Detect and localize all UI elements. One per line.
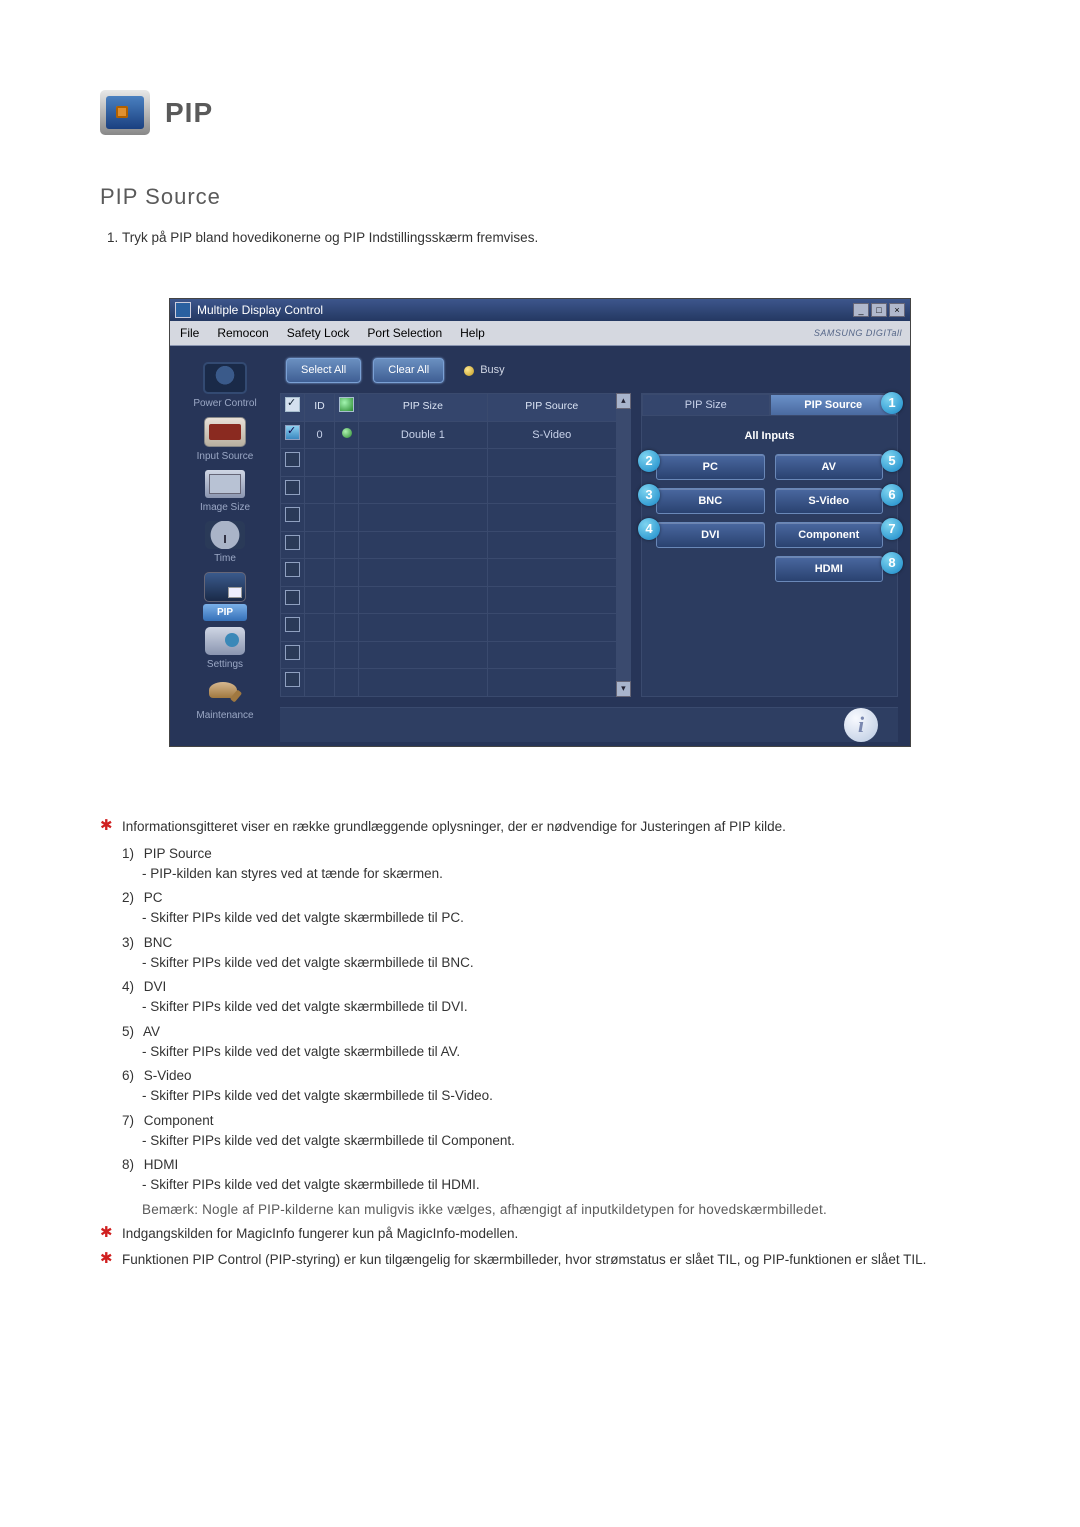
note-info-grid: Informationsgitteret viser en række grun… (100, 817, 980, 837)
sidebar-item-pip[interactable]: PIP (180, 572, 270, 621)
clear-all-button[interactable]: Clear All (373, 358, 444, 383)
image-size-icon (205, 470, 245, 498)
callout-4: 4 (638, 518, 660, 540)
window-title: Multiple Display Control (197, 301, 323, 319)
minimize-button[interactable]: _ (853, 303, 869, 317)
list-item: 3) BNC - Skifter PIPs kilde ved det valg… (122, 933, 980, 974)
select-all-button[interactable]: Select All (286, 358, 361, 383)
callout-1: 1 (881, 392, 903, 414)
tab-pip-size[interactable]: PIP Size (642, 394, 770, 416)
col-id[interactable]: ID (305, 393, 335, 421)
status-bar: i (280, 707, 898, 742)
sidebar-item-image-size[interactable]: Image Size (180, 470, 270, 515)
list-item: 1) PIP Source - PIP-kilden kan styres ve… (122, 844, 980, 885)
table-row (281, 641, 617, 669)
tab-pip-source[interactable]: PIP Source (770, 394, 898, 416)
menu-remocon[interactable]: Remocon (217, 324, 268, 342)
menu-help[interactable]: Help (460, 324, 485, 342)
right-panel: PIP Size PIP Source All Inputs PC AV BNC… (641, 393, 898, 697)
sidebar: Power Control Input Source Image Size Ti… (170, 346, 280, 746)
table-row (281, 586, 617, 614)
table-row (281, 669, 617, 697)
input-source-icon (204, 417, 246, 447)
maximize-button[interactable]: □ (871, 303, 887, 317)
sidebar-item-power[interactable]: Power Control (180, 362, 270, 411)
option-hdmi[interactable]: HDMI (775, 556, 884, 582)
callout-8: 8 (881, 552, 903, 574)
brand-label: SAMSUNG DIGITall (814, 327, 902, 341)
note-magicinfo: Indgangskilden for MagicInfo fungerer ku… (100, 1224, 980, 1244)
sidebar-item-settings[interactable]: Settings (180, 627, 270, 672)
check-header-icon[interactable] (285, 397, 300, 412)
maintenance-icon (205, 678, 245, 706)
list-item: 2) PC - Skifter PIPs kilde ved det valgt… (122, 888, 980, 929)
sidebar-item-time[interactable]: Time (180, 521, 270, 566)
intro-step-1: Tryk på PIP bland hovedikonerne og PIP I… (122, 228, 980, 248)
option-pc[interactable]: PC (656, 454, 765, 480)
status-header-icon (339, 397, 354, 412)
col-status (335, 393, 359, 421)
list-item: 7) Component - Skifter PIPs kilde ved de… (122, 1111, 980, 1152)
cell-id: 0 (305, 421, 335, 449)
table-row (281, 559, 617, 587)
callout-6: 6 (881, 484, 903, 506)
sidebar-item-maintenance[interactable]: Maintenance (180, 678, 270, 723)
menu-file[interactable]: File (180, 324, 199, 342)
power-icon (203, 362, 247, 394)
table-row[interactable]: 0 Double 1 S-Video (281, 421, 617, 449)
table-row (281, 504, 617, 532)
col-pip-source[interactable]: PIP Source (487, 393, 616, 421)
cell-pip-source: S-Video (487, 421, 616, 449)
scroll-down-icon[interactable]: ▾ (616, 681, 631, 697)
titlebar: Multiple Display Control _ □ × (170, 299, 910, 321)
row-status-led (342, 428, 352, 438)
list-item: 8) HDMI - Skifter PIPs kilde ved det val… (122, 1155, 980, 1220)
info-grid: ID PIP Size PIP Source 0 Doub (280, 393, 631, 697)
sidebar-item-input-source[interactable]: Input Source (180, 417, 270, 464)
note-pip-control: Funktionen PIP Control (PIP-styring) er … (100, 1250, 980, 1270)
busy-icon (464, 366, 474, 376)
mdc-window: Multiple Display Control _ □ × File Remo… (169, 298, 911, 747)
callout-3: 3 (638, 484, 660, 506)
settings-icon (205, 627, 245, 655)
note-hdmi-remark: Bemærk: Nogle af PIP-kilderne kan muligv… (122, 1200, 980, 1220)
option-dvi[interactable]: DVI (656, 522, 765, 548)
section-title: PIP Source (100, 180, 980, 213)
explanation-list: 1) PIP Source - PIP-kilden kan styres ve… (100, 844, 980, 1220)
close-button[interactable]: × (889, 303, 905, 317)
cell-pip-size: Double 1 (359, 421, 488, 449)
list-item: 4) DVI - Skifter PIPs kilde ved det valg… (122, 977, 980, 1018)
callout-7: 7 (881, 518, 903, 540)
option-av[interactable]: AV (775, 454, 884, 480)
list-item: 5) AV - Skifter PIPs kilde ved det valgt… (122, 1022, 980, 1063)
col-pip-size[interactable]: PIP Size (359, 393, 488, 421)
pip-icon (204, 572, 246, 602)
time-icon (205, 521, 245, 549)
callout-5: 5 (881, 450, 903, 472)
option-component[interactable]: Component (775, 522, 884, 548)
scroll-up-icon[interactable]: ▴ (616, 393, 631, 409)
menu-port-selection[interactable]: Port Selection (367, 324, 442, 342)
table-row (281, 476, 617, 504)
option-svideo[interactable]: S-Video (775, 488, 884, 514)
table-row (281, 531, 617, 559)
list-item: 6) S-Video - Skifter PIPs kilde ved det … (122, 1066, 980, 1107)
pip-page-icon (100, 90, 150, 135)
table-row (281, 449, 617, 477)
info-icon[interactable]: i (844, 708, 878, 742)
all-inputs-title: All Inputs (642, 428, 897, 445)
callout-2: 2 (638, 450, 660, 472)
page-title: PIP (165, 92, 213, 134)
row-checkbox[interactable] (285, 425, 300, 440)
col-check (281, 393, 305, 421)
app-icon (175, 302, 191, 318)
option-bnc[interactable]: BNC (656, 488, 765, 514)
menubar: File Remocon Safety Lock Port Selection … (170, 321, 910, 346)
busy-indicator: Busy (464, 362, 504, 379)
grid-scrollbar[interactable]: ▴ ▾ (616, 393, 631, 697)
menu-safety-lock[interactable]: Safety Lock (287, 324, 350, 342)
table-row (281, 614, 617, 642)
